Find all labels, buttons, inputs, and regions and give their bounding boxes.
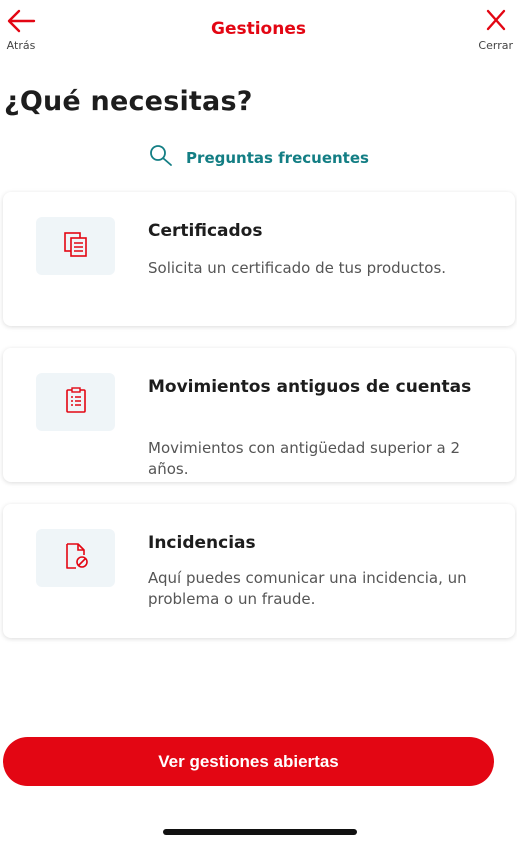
card-description: Aquí puedes comunicar una incidencia, un… (148, 569, 467, 608)
close-button[interactable]: Cerrar (478, 8, 513, 52)
card-description: Movimientos con antigüedad superior a 2 … (148, 439, 461, 478)
card-title: Incidencias (148, 533, 256, 553)
faq-link[interactable]: Preguntas frecuentes (0, 143, 517, 173)
card-icon-box (36, 529, 115, 587)
open-requests-button[interactable]: Ver gestiones abiertas (3, 737, 494, 786)
card-icon-box (36, 217, 115, 275)
faq-label: Preguntas frecuentes (186, 149, 369, 167)
card-certificados[interactable]: Certificados Solicita un certificado de … (3, 192, 515, 326)
card-title: Certificados (148, 221, 263, 241)
card-icon-box (36, 373, 115, 431)
close-icon (481, 8, 511, 38)
headline: ¿Qué necesitas? (4, 86, 253, 117)
card-description: Solicita un certificado de tus productos… (148, 259, 447, 277)
top-bar: Atrás Gestiones Cerrar (0, 0, 517, 56)
clipboard-list-icon (61, 385, 91, 419)
card-incidencias[interactable]: Incidencias Aquí puedes comunicar una in… (3, 504, 515, 638)
search-icon (148, 143, 174, 173)
card-movimientos[interactable]: Movimientos antiguos de cuentas Movimien… (3, 348, 515, 482)
card-title: Movimientos antiguos de cuentas (148, 377, 472, 397)
documents-icon (61, 229, 91, 263)
back-label: Atrás (6, 39, 36, 52)
close-label: Cerrar (478, 39, 513, 52)
page-title: Gestiones (211, 19, 306, 39)
home-indicator[interactable] (163, 829, 357, 835)
document-blocked-icon (61, 541, 91, 575)
